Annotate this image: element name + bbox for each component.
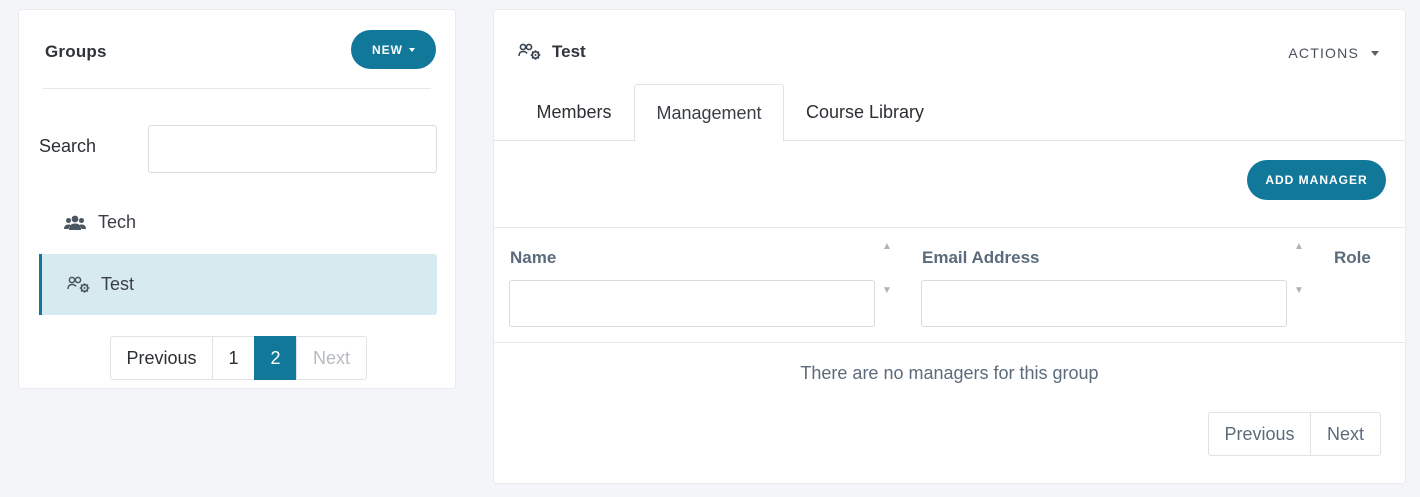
empty-table-message: There are no managers for this group [800,363,1099,383]
column-header-email[interactable]: Email Address [922,248,1039,268]
sort-desc-icon[interactable]: ▼ [1294,286,1304,296]
groups-panel: Groups NEW Search Tech Test Previous 1 2… [18,9,456,389]
actions-label: ACTIONS [1288,45,1359,61]
column-header-role[interactable]: Role [1334,248,1371,268]
users-gear-icon [518,43,542,61]
actions-dropdown[interactable]: ACTIONS [1288,45,1379,61]
caret-down-icon [1371,50,1379,56]
tab-members[interactable]: Members [514,84,634,141]
previous-page-button[interactable]: Previous [1208,412,1311,456]
groups-pagination: Previous 1 2 Next [110,336,367,380]
tab-management[interactable]: Management [634,84,784,142]
page-2-button[interactable]: 2 [254,336,297,380]
sort-desc-icon[interactable]: ▼ [882,286,892,296]
group-title-text: Test [552,42,586,61]
group-detail-panel: Test ACTIONS Members Management Course L… [493,9,1406,484]
search-input[interactable] [148,125,437,173]
divider [494,342,1405,343]
email-filter-input[interactable] [921,280,1287,327]
new-button-label: NEW [372,42,403,57]
sort-asc-icon[interactable]: ▲ [1294,242,1304,252]
search-label: Search [39,136,97,156]
caret-down-icon [409,47,415,52]
managers-pagination: Previous Next [1208,412,1381,456]
column-header-name[interactable]: Name [510,248,556,268]
groups-title: Groups [45,42,107,61]
tab-bar: Members Management Course Library [494,84,1405,142]
users-icon [64,214,88,232]
new-group-button[interactable]: NEW [351,30,436,69]
divider [494,227,1405,228]
group-item-label: Tech [98,212,137,232]
sort-asc-icon[interactable]: ▲ [882,242,892,252]
group-title: Test [518,42,586,62]
next-page-button[interactable]: Next [296,336,367,380]
users-gear-icon [67,276,91,294]
group-item-tech[interactable]: Tech [39,192,437,253]
previous-page-button[interactable]: Previous [110,336,213,380]
name-filter-input[interactable] [509,280,875,327]
group-item-label: Test [101,274,135,294]
page-1-button[interactable]: 1 [212,336,255,380]
divider [43,88,431,89]
next-page-button[interactable]: Next [1310,412,1381,456]
add-manager-button[interactable]: ADD MANAGER [1247,160,1386,200]
group-item-test[interactable]: Test [39,254,437,315]
tab-course-library[interactable]: Course Library [790,84,940,141]
